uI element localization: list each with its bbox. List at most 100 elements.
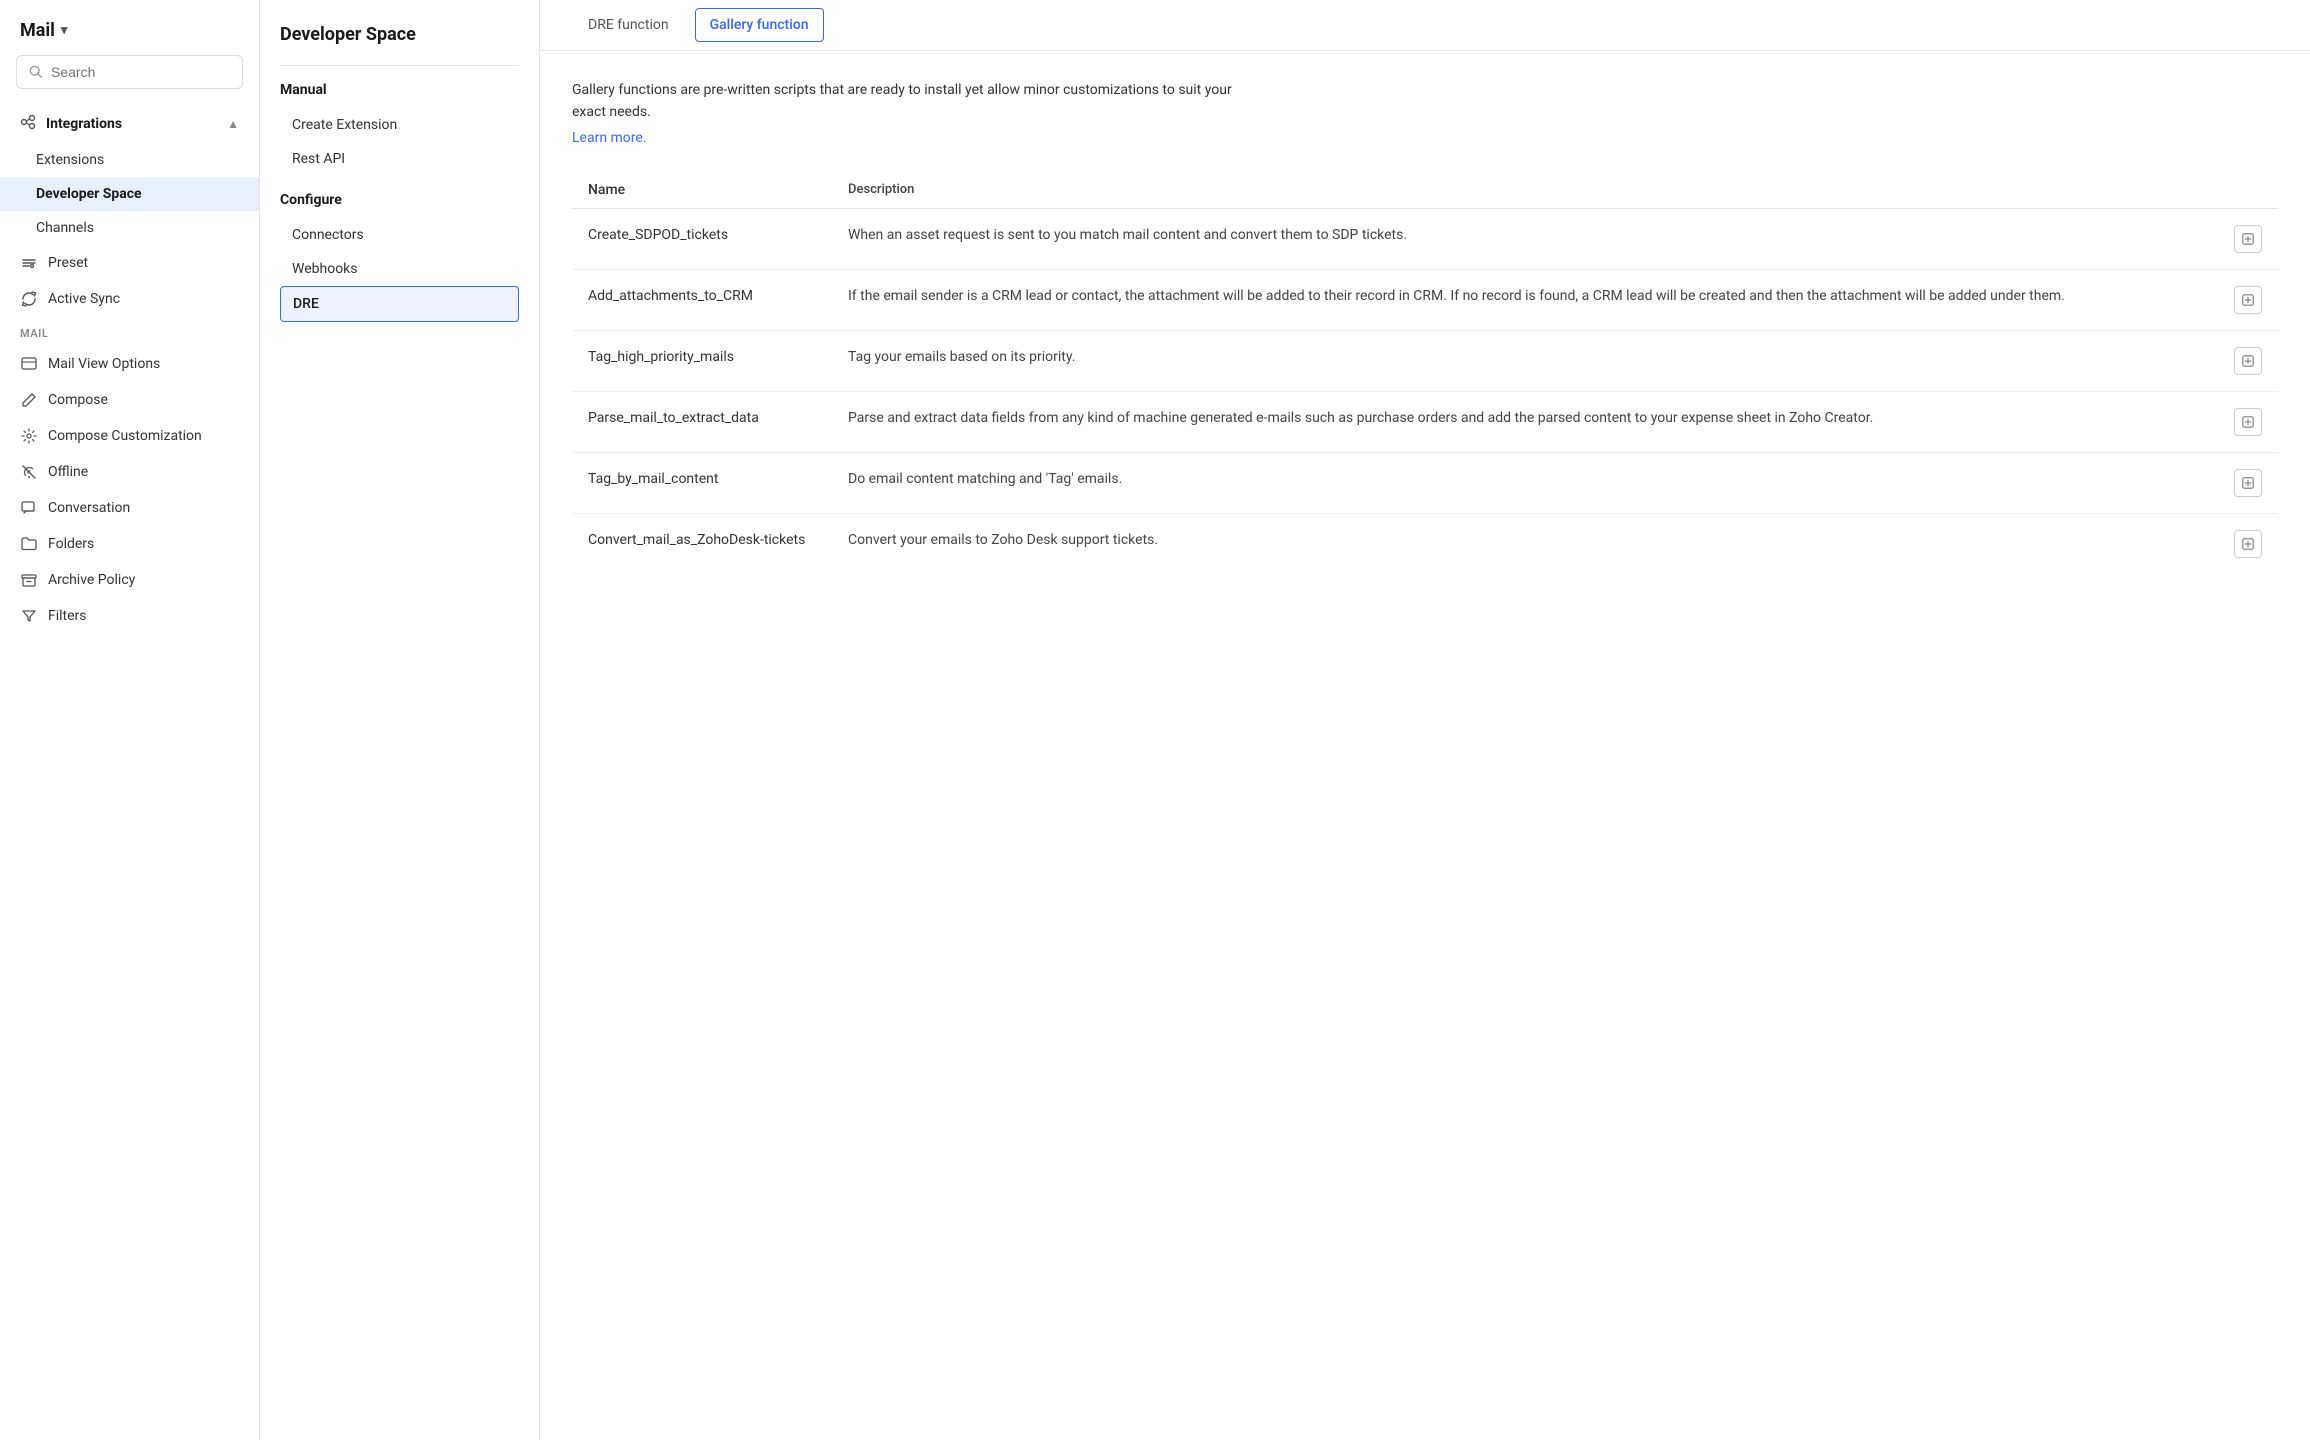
sidebar-item-extensions[interactable]: Extensions bbox=[0, 143, 259, 177]
tab-gallery-function[interactable]: Gallery function bbox=[695, 8, 824, 42]
table-cell-action bbox=[2218, 513, 2278, 574]
add-function-button[interactable] bbox=[2234, 225, 2262, 253]
sidebar-item-channels[interactable]: Channels bbox=[0, 211, 259, 245]
table-row: Convert_mail_as_ZohoDesk-ticketsConvert … bbox=[572, 513, 2278, 574]
mid-nav-rest-api[interactable]: Rest API bbox=[280, 142, 519, 176]
mail-section-label: MAIL bbox=[0, 317, 259, 346]
sidebar-item-compose-customization[interactable]: Compose Customization bbox=[0, 418, 259, 454]
middle-divider bbox=[280, 65, 519, 66]
sidebar-item-active-sync[interactable]: Active Sync bbox=[0, 281, 259, 317]
sidebar-item-offline[interactable]: Offline bbox=[0, 454, 259, 490]
folders-label: Folders bbox=[48, 536, 94, 552]
left-sidebar: Mail ▾ Integrations ▲ Extensions bbox=[0, 0, 260, 1440]
mid-nav-connectors[interactable]: Connectors bbox=[280, 218, 519, 252]
offline-label: Offline bbox=[48, 464, 88, 480]
table-cell-action bbox=[2218, 391, 2278, 452]
table-cell-action bbox=[2218, 452, 2278, 513]
conversation-icon bbox=[20, 499, 38, 517]
search-input[interactable] bbox=[51, 64, 230, 80]
add-icon bbox=[2241, 476, 2255, 490]
table-header-name: Name bbox=[572, 174, 832, 209]
sidebar-item-archive-policy[interactable]: Archive Policy bbox=[0, 562, 259, 598]
middle-panel: Developer Space Manual Create Extension … bbox=[260, 0, 540, 1440]
table-cell-description: Do email content matching and 'Tag' emai… bbox=[832, 452, 2218, 513]
integrations-label: Integrations bbox=[46, 116, 122, 132]
integrations-group-header[interactable]: Integrations ▲ bbox=[0, 105, 259, 143]
table-cell-name: Parse_mail_to_extract_data bbox=[572, 391, 832, 452]
tab-dre-function[interactable]: DRE function bbox=[570, 1, 687, 51]
table-cell-description: Convert your emails to Zoho Desk support… bbox=[832, 513, 2218, 574]
table-cell-name: Tag_by_mail_content bbox=[572, 452, 832, 513]
tabs-bar: DRE function Gallery function bbox=[540, 0, 2310, 51]
preset-icon bbox=[20, 254, 38, 272]
integrations-chevron-icon: ▲ bbox=[227, 117, 239, 131]
add-icon bbox=[2241, 232, 2255, 246]
mid-nav-webhooks[interactable]: Webhooks bbox=[280, 252, 519, 286]
table-cell-description: Tag your emails based on its priority. bbox=[832, 330, 2218, 391]
gallery-description: Gallery functions are pre-written script… bbox=[572, 79, 1252, 124]
archive-policy-icon bbox=[20, 571, 38, 589]
sidebar-item-mail-view-options[interactable]: Mail View Options bbox=[0, 346, 259, 382]
add-icon bbox=[2241, 415, 2255, 429]
table-cell-name: Create_SDPOD_tickets bbox=[572, 208, 832, 269]
offline-icon bbox=[20, 463, 38, 481]
table-cell-action bbox=[2218, 208, 2278, 269]
middle-panel-title: Developer Space bbox=[280, 24, 519, 45]
sidebar-item-preset[interactable]: Preset bbox=[0, 245, 259, 281]
table-cell-description: When an asset request is sent to you mat… bbox=[832, 208, 2218, 269]
filters-label: Filters bbox=[48, 608, 87, 624]
preset-label: Preset bbox=[48, 255, 88, 271]
add-icon bbox=[2241, 293, 2255, 307]
add-function-button[interactable] bbox=[2234, 530, 2262, 558]
table-cell-name: Convert_mail_as_ZohoDesk-tickets bbox=[572, 513, 832, 574]
mid-nav-dre[interactable]: DRE bbox=[280, 286, 519, 322]
conversation-label: Conversation bbox=[48, 500, 130, 516]
add-function-button[interactable] bbox=[2234, 469, 2262, 497]
table-header-description: Description bbox=[832, 174, 2218, 209]
sidebar-item-conversation[interactable]: Conversation bbox=[0, 490, 259, 526]
compose-icon bbox=[20, 391, 38, 409]
table-row: Add_attachments_to_CRMIf the email sende… bbox=[572, 269, 2278, 330]
sidebar-item-developer-space[interactable]: Developer Space bbox=[0, 177, 259, 211]
sidebar-item-compose[interactable]: Compose bbox=[0, 382, 259, 418]
search-icon bbox=[29, 65, 43, 79]
table-cell-name: Tag_high_priority_mails bbox=[572, 330, 832, 391]
add-function-button[interactable] bbox=[2234, 286, 2262, 314]
channels-label: Channels bbox=[36, 220, 94, 236]
app-header[interactable]: Mail ▾ bbox=[0, 0, 259, 55]
add-icon bbox=[2241, 354, 2255, 368]
manual-section-heading: Manual bbox=[280, 82, 519, 98]
table-row: Tag_by_mail_contentDo email content matc… bbox=[572, 452, 2278, 513]
gallery-table: Name Description Create_SDPOD_ticketsWhe… bbox=[572, 174, 2278, 574]
filters-icon bbox=[20, 607, 38, 625]
table-row: Tag_high_priority_mailsTag your emails b… bbox=[572, 330, 2278, 391]
sidebar-item-folders[interactable]: Folders bbox=[0, 526, 259, 562]
add-function-button[interactable] bbox=[2234, 347, 2262, 375]
extensions-label: Extensions bbox=[36, 152, 104, 168]
search-box[interactable] bbox=[16, 55, 243, 89]
integrations-icon bbox=[20, 114, 36, 134]
active-sync-label: Active Sync bbox=[48, 291, 120, 307]
learn-more-link[interactable]: Learn more. bbox=[572, 130, 647, 146]
add-function-button[interactable] bbox=[2234, 408, 2262, 436]
table-header-action bbox=[2218, 174, 2278, 209]
table-cell-action bbox=[2218, 330, 2278, 391]
archive-policy-label: Archive Policy bbox=[48, 572, 135, 588]
table-row: Parse_mail_to_extract_dataParse and extr… bbox=[572, 391, 2278, 452]
table-cell-description: Parse and extract data fields from any k… bbox=[832, 391, 2218, 452]
mail-view-options-icon bbox=[20, 355, 38, 373]
sidebar-item-filters[interactable]: Filters bbox=[0, 598, 259, 634]
folders-icon bbox=[20, 535, 38, 553]
active-sync-icon bbox=[20, 290, 38, 308]
configure-section-heading: Configure bbox=[280, 192, 519, 208]
app-chevron: ▾ bbox=[61, 23, 68, 38]
gallery-content-area: Gallery functions are pre-written script… bbox=[540, 51, 2310, 602]
developer-space-label: Developer Space bbox=[36, 186, 142, 202]
compose-customization-label: Compose Customization bbox=[48, 428, 202, 444]
table-cell-action bbox=[2218, 269, 2278, 330]
main-content: DRE function Gallery function Gallery fu… bbox=[540, 0, 2310, 1440]
table-row: Create_SDPOD_ticketsWhen an asset reques… bbox=[572, 208, 2278, 269]
table-cell-name: Add_attachments_to_CRM bbox=[572, 269, 832, 330]
compose-label: Compose bbox=[48, 392, 108, 408]
mid-nav-create-extension[interactable]: Create Extension bbox=[280, 108, 519, 142]
